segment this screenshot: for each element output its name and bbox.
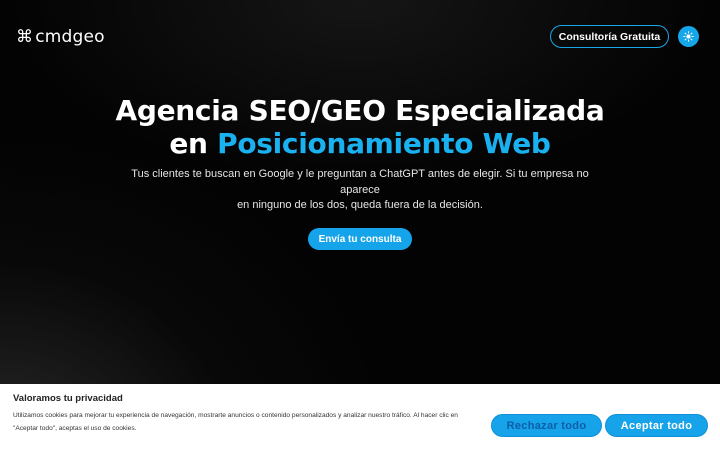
logo[interactable]: ⌘ cmdgeo bbox=[16, 27, 105, 47]
reject-all-button[interactable]: Rechazar todo bbox=[491, 414, 602, 437]
command-icon: ⌘ bbox=[16, 26, 34, 47]
accept-all-button[interactable]: Aceptar todo bbox=[605, 414, 708, 437]
hero-background bbox=[0, 0, 720, 450]
hero-title-line2-prefix: en bbox=[169, 127, 218, 160]
cookie-text: Utilizamos cookies para mejorar tu exper… bbox=[13, 410, 493, 435]
hero-subtitle-line2: en ninguno de los dos, queda fuera de la… bbox=[237, 199, 483, 211]
hero-title-line1: Agencia SEO/GEO Especializada bbox=[115, 94, 605, 127]
consultation-button[interactable]: Consultoría Gratuita bbox=[550, 25, 669, 48]
cookie-text-line1: Utilizamos cookies para mejorar tu exper… bbox=[13, 412, 458, 419]
hero-subtitle: Tus clientes te buscan en Google y le pr… bbox=[130, 167, 590, 214]
hero-title: Agencia SEO/GEO Especializada en Posicio… bbox=[0, 94, 720, 160]
cookie-banner: Valoramos tu privacidad Utilizamos cooki… bbox=[0, 384, 720, 450]
theme-toggle-button[interactable] bbox=[678, 26, 699, 47]
hero-subtitle-line1: Tus clientes te buscan en Google y le pr… bbox=[131, 168, 589, 196]
hero-title-accent: Posicionamiento Web bbox=[217, 127, 551, 160]
cookie-text-line2: "Aceptar todo", aceptas el uso de cookie… bbox=[13, 424, 137, 432]
logo-text: cmdgeo bbox=[35, 27, 105, 47]
sun-icon bbox=[683, 31, 694, 42]
send-inquiry-button[interactable]: Envía tu consulta bbox=[308, 228, 412, 250]
cookie-title: Valoramos tu privacidad bbox=[13, 393, 123, 404]
